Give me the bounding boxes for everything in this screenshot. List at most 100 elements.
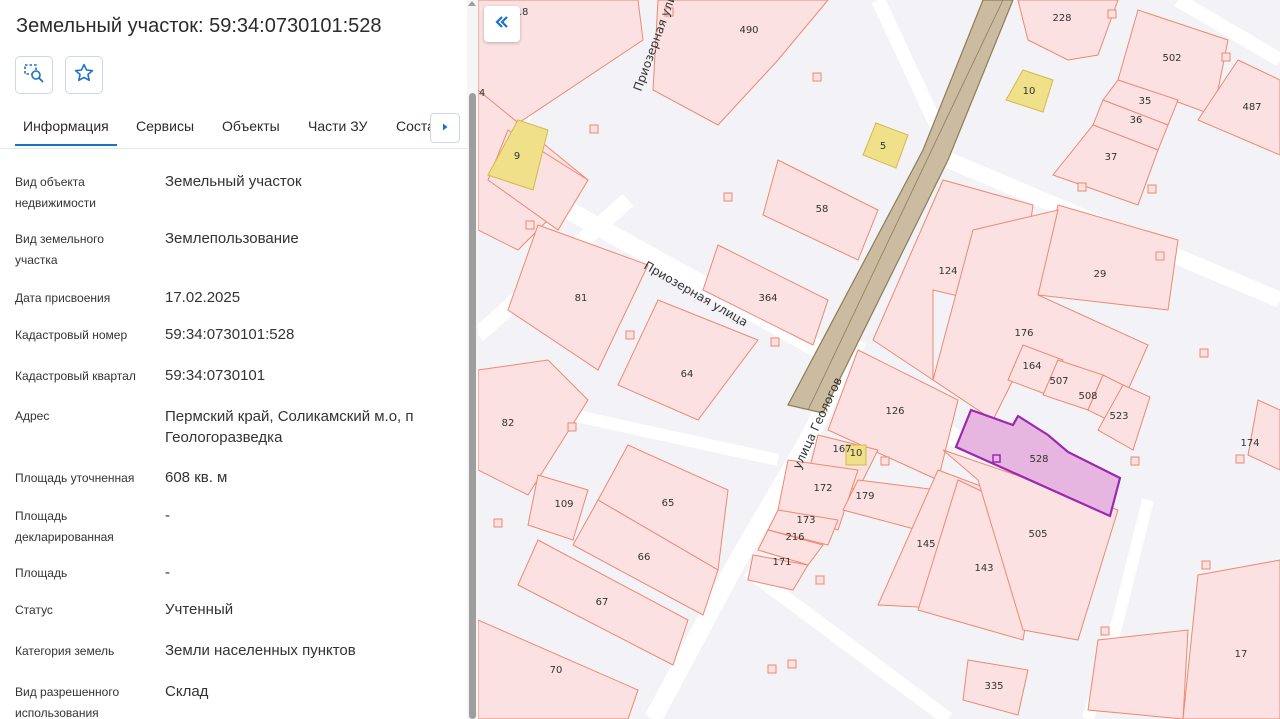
scrollbar-thumb[interactable] <box>469 93 476 719</box>
marker <box>1155 251 1165 261</box>
tab-parts[interactable]: Части ЗУ <box>308 118 367 134</box>
parcel[interactable] <box>1247 399 1280 471</box>
parcel-label: 335 <box>984 681 1003 692</box>
parcel-label: 109 <box>554 499 573 510</box>
marker <box>767 664 777 674</box>
parcel-label: 5 <box>880 141 886 152</box>
parcel-label: 81 <box>575 293 588 304</box>
row-value: 59:34:0730101 <box>165 367 266 384</box>
parcel[interactable] <box>1087 629 1189 719</box>
parcel-label: 10 <box>1023 86 1036 97</box>
parcel-label: 523 <box>1109 411 1128 422</box>
row-value: Пермский край, Соликамский м.о, п Геолог… <box>165 408 414 446</box>
parcel-label: 66 <box>638 552 651 563</box>
row-label: Вид земельного участка <box>15 232 104 267</box>
parcel-label: 67 <box>596 597 609 608</box>
row-label: Площадь уточненная <box>15 471 135 485</box>
star-icon <box>73 62 95 89</box>
parcel-label: 70 <box>550 665 563 676</box>
parcel-label: 216 <box>785 532 804 543</box>
marker <box>880 456 890 466</box>
marker <box>1201 560 1211 570</box>
marker <box>1100 626 1110 636</box>
row-label: Кадастровый номер <box>15 328 128 342</box>
collapse-panel-button[interactable] <box>484 6 520 42</box>
parcel-label: 65 <box>662 498 675 509</box>
marker <box>815 575 825 585</box>
marker <box>1130 456 1140 466</box>
tab-information[interactable]: Информация <box>15 118 117 146</box>
row-label: Кадастровый квартал <box>15 369 136 383</box>
parcel-label: 490 <box>739 25 758 36</box>
parcel-label: 164 <box>1022 361 1041 372</box>
parcel-label: 176 <box>1014 328 1033 339</box>
tabs-next-button[interactable] <box>430 113 460 143</box>
select-area-icon <box>23 62 45 89</box>
tab-objects[interactable]: Объекты <box>222 118 280 134</box>
parcel-label: 64 <box>681 369 694 380</box>
parcel-label: 4 <box>479 88 485 99</box>
info-panel: Земельный участок: 59:34:0730101:528 Инф… <box>0 0 478 719</box>
parcel-label: 143 <box>974 563 993 574</box>
scroll-up-arrow[interactable] <box>468 1 476 6</box>
row-value: Земли населенных пунктов <box>165 642 356 659</box>
parcel-label: 507 <box>1049 376 1068 387</box>
parcel-label: 37 <box>1105 152 1118 163</box>
tab-bar: Информация Сервисы Объекты Части ЗУ Сост… <box>0 108 470 149</box>
row-value: Земельный участок <box>165 173 302 190</box>
parcel-label: 36 <box>1130 115 1143 126</box>
parcel-label: 171 <box>772 557 791 568</box>
marker <box>812 72 822 82</box>
row-value: - <box>165 564 170 581</box>
parcel[interactable] <box>652 0 829 126</box>
parcel-label: 364 <box>758 293 777 304</box>
panel-title: Земельный участок: 59:34:0730101:528 <box>16 15 382 37</box>
parcel-label: 502 <box>1162 53 1181 64</box>
parcel-label: 29 <box>1094 269 1107 280</box>
row-label: Вид разрешенного использования <box>15 685 120 719</box>
select-area-button[interactable] <box>15 56 53 94</box>
cadastral-map[interactable]: Приозерная улица Приозерная улица улица … <box>478 0 1280 719</box>
road <box>556 406 780 466</box>
row-value: 608 кв. м <box>165 469 228 486</box>
parcel[interactable] <box>1017 0 1119 61</box>
row-value: Склад <box>165 683 209 700</box>
marker <box>1199 348 1209 358</box>
row-label: Вид объекта недвижимости <box>15 175 96 210</box>
row-value: 59:34:0730101:528 <box>165 326 295 343</box>
marker <box>770 337 780 347</box>
parcel-label: 58 <box>816 204 829 215</box>
map-canvas[interactable]: Приозерная улица Приозерная улица улица … <box>478 0 1280 719</box>
marker <box>1147 184 1157 194</box>
marker <box>567 422 577 432</box>
parcel-label: 10 <box>850 448 863 459</box>
parcel[interactable] <box>1182 559 1280 719</box>
parcel-label: 228 <box>1052 13 1071 24</box>
marker <box>625 330 635 340</box>
marker <box>589 124 599 134</box>
parcel-label: 35 <box>1139 96 1152 107</box>
parcel-label: 82 <box>502 418 515 429</box>
tab-services[interactable]: Сервисы <box>136 118 194 134</box>
parcel-label: 174 <box>1240 438 1259 449</box>
parcel-label: 17 <box>1235 649 1248 660</box>
row-value: Землепользование <box>165 230 299 247</box>
row-label: Категория земель <box>15 644 115 658</box>
parcel-label: 508 <box>1078 391 1097 402</box>
marker <box>493 518 503 528</box>
parcel-label: 145 <box>916 539 935 550</box>
row-value: - <box>165 507 170 524</box>
row-label: Статус <box>15 603 53 617</box>
parcel-label: 505 <box>1028 529 1047 540</box>
marker <box>1235 454 1245 464</box>
favorite-button[interactable] <box>65 56 103 94</box>
parcel-label: 124 <box>938 266 957 277</box>
row-value: Учтенный <box>165 601 234 618</box>
double-chevron-left-icon <box>493 13 511 36</box>
marker <box>787 659 797 669</box>
parcel-label: 487 <box>1242 102 1261 113</box>
row-label: Дата присвоения <box>15 291 111 305</box>
marker <box>1221 52 1231 62</box>
parcel-label: 528 <box>1029 454 1048 465</box>
row-label: Площадь декларированная <box>15 509 114 544</box>
